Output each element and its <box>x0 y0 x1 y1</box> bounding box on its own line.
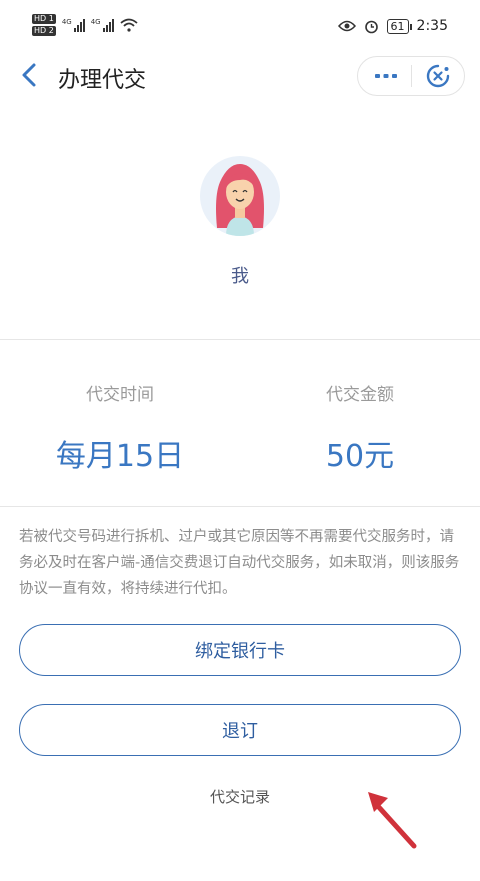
payment-time-label: 代交时间 <box>86 385 154 405</box>
close-circle-icon[interactable] <box>426 64 450 88</box>
girl-avatar <box>200 156 280 236</box>
service-notice: 若被代交号码进行拆机、过户或其它原因等不再需要代交服务时，请务必及时在客户端-通… <box>19 529 460 597</box>
status-bar: HD 1 HD 2 4G 4G 61 2:35 <box>0 0 480 50</box>
bind-bank-card-button[interactable]: 绑定银行卡 <box>19 624 461 676</box>
hd1-badge: HD 1 <box>32 14 56 24</box>
payment-amount-label: 代交金额 <box>326 385 394 405</box>
net1-label: 4G <box>61 18 72 26</box>
eye-icon <box>337 20 356 32</box>
signal-icon-2: 4G <box>91 18 114 32</box>
divider <box>0 506 480 507</box>
signal-icon: 4G <box>62 18 85 32</box>
alarm-icon <box>364 20 378 33</box>
page-title: 办理代交 <box>58 68 147 93</box>
navigation-bar: 办理代交 <box>0 50 480 104</box>
arrow-annotation-icon <box>368 792 417 849</box>
net2-label: 4G <box>90 18 101 26</box>
user-name: 我 <box>231 266 249 287</box>
girl-avatar-icon <box>216 164 264 236</box>
wifi-icon <box>120 18 138 32</box>
clock: 2:35 <box>416 18 448 34</box>
divider <box>0 339 480 340</box>
payment-time-block: 代交时间 每月15日 <box>0 380 240 475</box>
hd-badges: HD 1 HD 2 <box>32 14 56 36</box>
battery-indicator: 61 <box>386 18 412 34</box>
more-dots-icon[interactable] <box>374 69 398 83</box>
capsule-divider <box>411 65 412 87</box>
payment-amount-value: 50元 <box>325 439 395 474</box>
mini-program-capsule <box>357 56 465 96</box>
status-left: HD 1 HD 2 4G 4G <box>32 14 138 36</box>
payment-amount-block: 代交金额 50元 <box>240 380 480 475</box>
hd2-badge: HD 2 <box>32 26 56 36</box>
payment-time-value: 每月15日 <box>55 439 185 474</box>
unsubscribe-button[interactable]: 退订 <box>19 704 461 756</box>
chevron-left-icon[interactable] <box>18 62 44 88</box>
status-right: 61 2:35 <box>337 18 448 34</box>
